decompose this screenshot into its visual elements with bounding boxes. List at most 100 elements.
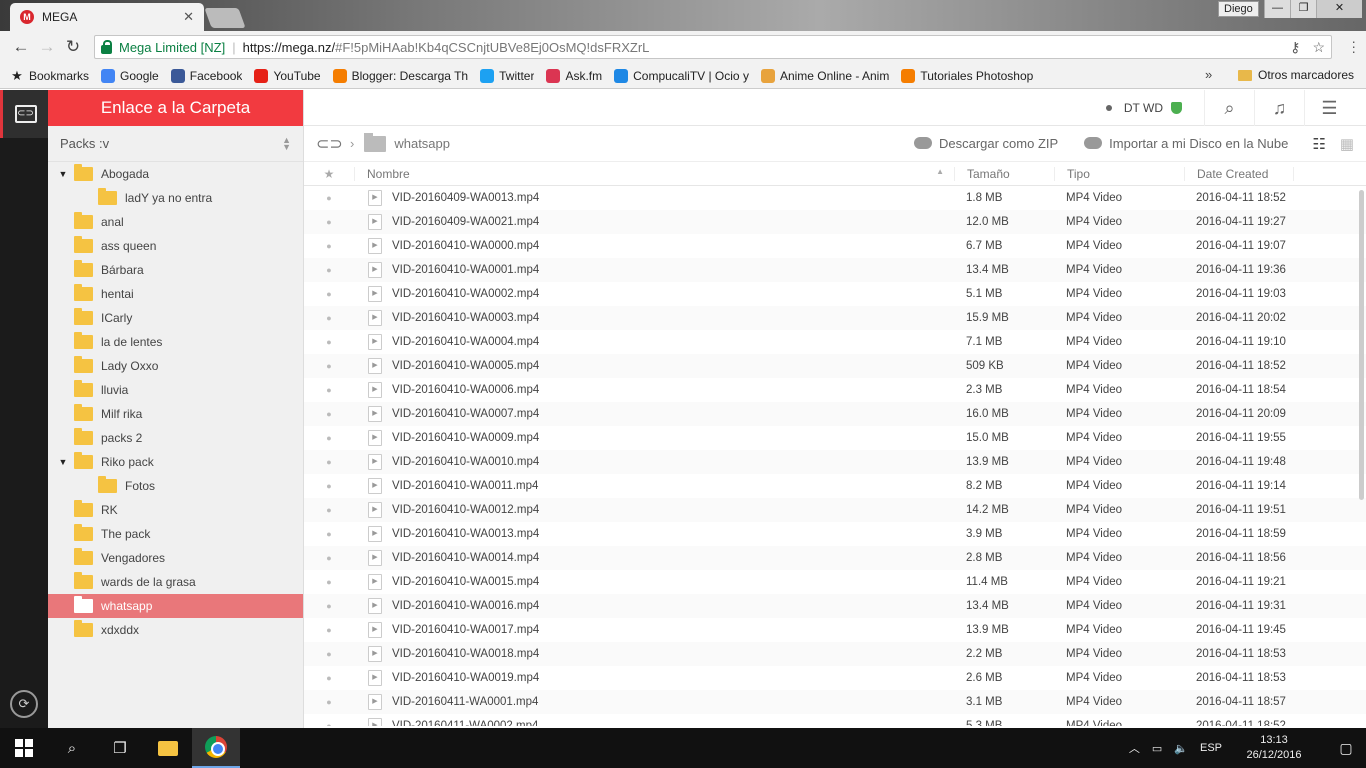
sort-icon[interactable]: ▲ ▼ xyxy=(282,135,291,151)
table-row[interactable]: ● ▶ VID-20160411-WA0002.mp4 5.3 MB MP4 Video… xyxy=(304,714,1366,726)
favourite-toggle-icon[interactable]: ● xyxy=(304,217,354,227)
scrollbar[interactable] xyxy=(1359,190,1364,500)
forward-icon[interactable]: → xyxy=(34,37,60,57)
favourite-toggle-icon[interactable]: ● xyxy=(304,241,354,251)
table-row[interactable]: ● ▶ VID-20160410-WA0001.mp4 13.4 MB MP4 Vide… xyxy=(304,258,1366,282)
sidebar-folder-item[interactable]: wards de la grasa xyxy=(48,570,303,594)
favourite-toggle-icon[interactable]: ● xyxy=(304,433,354,443)
sidebar-folder-item[interactable]: Milf rika xyxy=(48,402,303,426)
sidebar-folder-item[interactable]: ▼ Abogada xyxy=(48,162,303,186)
list-view-icon[interactable]: ☷ xyxy=(1312,135,1325,153)
table-row[interactable]: ● ▶ VID-20160410-WA0016.mp4 13.4 MB MP4 Vide… xyxy=(304,594,1366,618)
table-row[interactable]: ● ▶ VID-20160410-WA0006.mp4 2.3 MB MP4 Video… xyxy=(304,378,1366,402)
table-row[interactable]: ● ▶ VID-20160410-WA0017.mp4 13.9 MB MP4 Vide… xyxy=(304,618,1366,642)
table-row[interactable]: ● ▶ VID-20160410-WA0014.mp4 2.8 MB MP4 Video… xyxy=(304,546,1366,570)
favourite-toggle-icon[interactable]: ● xyxy=(304,697,354,707)
sidebar-folder-item[interactable]: RK xyxy=(48,498,303,522)
table-row[interactable]: ● ▶ VID-20160410-WA0004.mp4 7.1 MB MP4 Video… xyxy=(304,330,1366,354)
back-icon[interactable]: ← xyxy=(8,37,34,57)
bookmark-item[interactable]: Blogger: Descarga Th xyxy=(332,68,468,83)
sidebar-folder-item[interactable]: anal xyxy=(48,210,303,234)
folder-link-nav[interactable]: ⊂⊃ xyxy=(0,90,48,138)
favourite-toggle-icon[interactable]: ● xyxy=(304,673,354,683)
key-icon[interactable]: ⚷ xyxy=(1290,39,1300,56)
task-view-icon[interactable]: ❐ xyxy=(96,728,144,768)
favourite-toggle-icon[interactable]: ● xyxy=(304,553,354,563)
new-tab-button[interactable] xyxy=(204,8,246,28)
import-cloud-button[interactable]: Importar a mi Disco en la Nube xyxy=(1084,136,1288,151)
bookmark-item[interactable]: Ask.fm xyxy=(546,68,602,83)
table-row[interactable]: ● ▶ VID-20160410-WA0003.mp4 15.9 MB MP4 Vide… xyxy=(304,306,1366,330)
column-star[interactable]: ★ xyxy=(304,167,354,181)
sidebar-folder-item[interactable]: Bárbara xyxy=(48,258,303,282)
minimize-icon[interactable]: — xyxy=(1264,0,1290,18)
sidebar-folder-item[interactable]: Vengadores xyxy=(48,546,303,570)
download-zip-button[interactable]: Descargar como ZIP xyxy=(913,136,1058,151)
search-icon[interactable]: ⌕ xyxy=(1204,89,1254,126)
table-row[interactable]: ● ▶ VID-20160409-WA0021.mp4 12.0 MB MP4 Vide… xyxy=(304,210,1366,234)
browser-menu-icon[interactable]: · · · xyxy=(1351,34,1356,58)
clock[interactable]: 13:13 26/12/2016 xyxy=(1234,733,1314,763)
sidebar-folder-item[interactable]: The pack xyxy=(48,522,303,546)
column-type[interactable]: Tipo xyxy=(1054,166,1184,181)
volume-icon[interactable]: 🔈 xyxy=(1174,742,1188,755)
table-row[interactable]: ● ▶ VID-20160410-WA0007.mp4 16.0 MB MP4 Vide… xyxy=(304,402,1366,426)
restore-icon[interactable]: ❐ xyxy=(1290,0,1316,18)
bookmark-item[interactable]: Twitter xyxy=(480,68,534,83)
file-explorer-button[interactable] xyxy=(144,728,192,768)
bookmark-item[interactable]: YouTube xyxy=(254,68,321,83)
favourite-toggle-icon[interactable]: ● xyxy=(304,265,354,275)
favourite-toggle-icon[interactable]: ● xyxy=(304,649,354,659)
sidebar-folder-item[interactable]: packs 2 xyxy=(48,426,303,450)
caret-down-icon[interactable]: ▼ xyxy=(52,169,74,179)
user-name[interactable]: DT WD xyxy=(1124,101,1163,115)
sidebar-folder-item[interactable]: xdxddx xyxy=(48,618,303,642)
favourite-toggle-icon[interactable]: ● xyxy=(304,289,354,299)
action-center-icon[interactable]: ▢ xyxy=(1326,740,1366,757)
favourite-toggle-icon[interactable]: ● xyxy=(304,529,354,539)
table-row[interactable]: ● ▶ VID-20160410-WA0010.mp4 13.9 MB MP4 Vide… xyxy=(304,450,1366,474)
favourite-toggle-icon[interactable]: ● xyxy=(304,601,354,611)
language-indicator[interactable]: ESP xyxy=(1200,742,1222,754)
column-date[interactable]: Date Created xyxy=(1184,166,1294,181)
bookmark-item[interactable]: Facebook xyxy=(170,68,242,83)
table-row[interactable]: ● ▶ VID-20160410-WA0002.mp4 5.1 MB MP4 Video… xyxy=(304,282,1366,306)
bookmark-item[interactable]: Google xyxy=(101,68,159,83)
browser-tab[interactable]: M MEGA ✕ xyxy=(10,3,204,31)
favourite-toggle-icon[interactable]: ● xyxy=(304,481,354,491)
favourite-toggle-icon[interactable]: ● xyxy=(304,193,354,203)
sidebar-folder-item[interactable]: ass queen xyxy=(48,234,303,258)
show-hidden-icons-icon[interactable]: ︿ xyxy=(1129,740,1140,756)
grid-view-icon[interactable]: ▦ xyxy=(1340,135,1354,153)
table-row[interactable]: ● ▶ VID-20160410-WA0013.mp4 3.9 MB MP4 Video… xyxy=(304,522,1366,546)
bookmark-star-icon[interactable]: ☆ xyxy=(1312,39,1325,56)
table-row[interactable]: ● ▶ VID-20160409-WA0013.mp4 1.8 MB MP4 Video… xyxy=(304,186,1366,210)
favourite-toggle-icon[interactable]: ● xyxy=(304,385,354,395)
table-row[interactable]: ● ▶ VID-20160411-WA0001.mp4 3.1 MB MP4 Video… xyxy=(304,690,1366,714)
more-bookmarks-icon[interactable]: » xyxy=(1205,67,1212,82)
bookmark-item[interactable]: Anime Online - Anim xyxy=(760,68,889,83)
table-row[interactable]: ● ▶ VID-20160410-WA0009.mp4 15.0 MB MP4 Vide… xyxy=(304,426,1366,450)
address-bar[interactable]: Mega Limited [NZ] | https://mega.nz/#F!5… xyxy=(94,35,1332,59)
favourite-toggle-icon[interactable]: ● xyxy=(304,625,354,635)
ev-certificate-name[interactable]: Mega Limited [NZ] xyxy=(119,40,225,55)
search-taskbar-icon[interactable]: ⌕ xyxy=(48,728,96,768)
start-button[interactable] xyxy=(0,728,48,768)
hamburger-menu-icon[interactable]: ☰ xyxy=(1304,89,1354,126)
favourite-toggle-icon[interactable]: ● xyxy=(304,409,354,419)
favourite-toggle-icon[interactable]: ● xyxy=(304,361,354,371)
favourite-toggle-icon[interactable]: ● xyxy=(304,577,354,587)
caret-down-icon[interactable]: ▼ xyxy=(52,457,74,467)
sidebar-folder-item[interactable]: la de lentes xyxy=(48,330,303,354)
favourite-toggle-icon[interactable]: ● xyxy=(304,337,354,347)
link-icon[interactable]: ⊂⊃ xyxy=(316,134,343,154)
sidebar-folder-item[interactable]: Fotos xyxy=(48,474,303,498)
favourite-toggle-icon[interactable]: ● xyxy=(304,457,354,467)
table-row[interactable]: ● ▶ VID-20160410-WA0005.mp4 509 KB MP4 Video… xyxy=(304,354,1366,378)
favourite-toggle-icon[interactable]: ● xyxy=(304,313,354,323)
sidebar-folder-item[interactable]: hentai xyxy=(48,282,303,306)
bookmark-item[interactable]: CompucaliTV | Ocio y xyxy=(614,68,749,83)
reload-icon[interactable]: ↻ xyxy=(60,37,86,57)
column-name[interactable]: Nombre ▲ xyxy=(354,166,954,181)
favourite-toggle-icon[interactable]: ● xyxy=(304,721,354,726)
